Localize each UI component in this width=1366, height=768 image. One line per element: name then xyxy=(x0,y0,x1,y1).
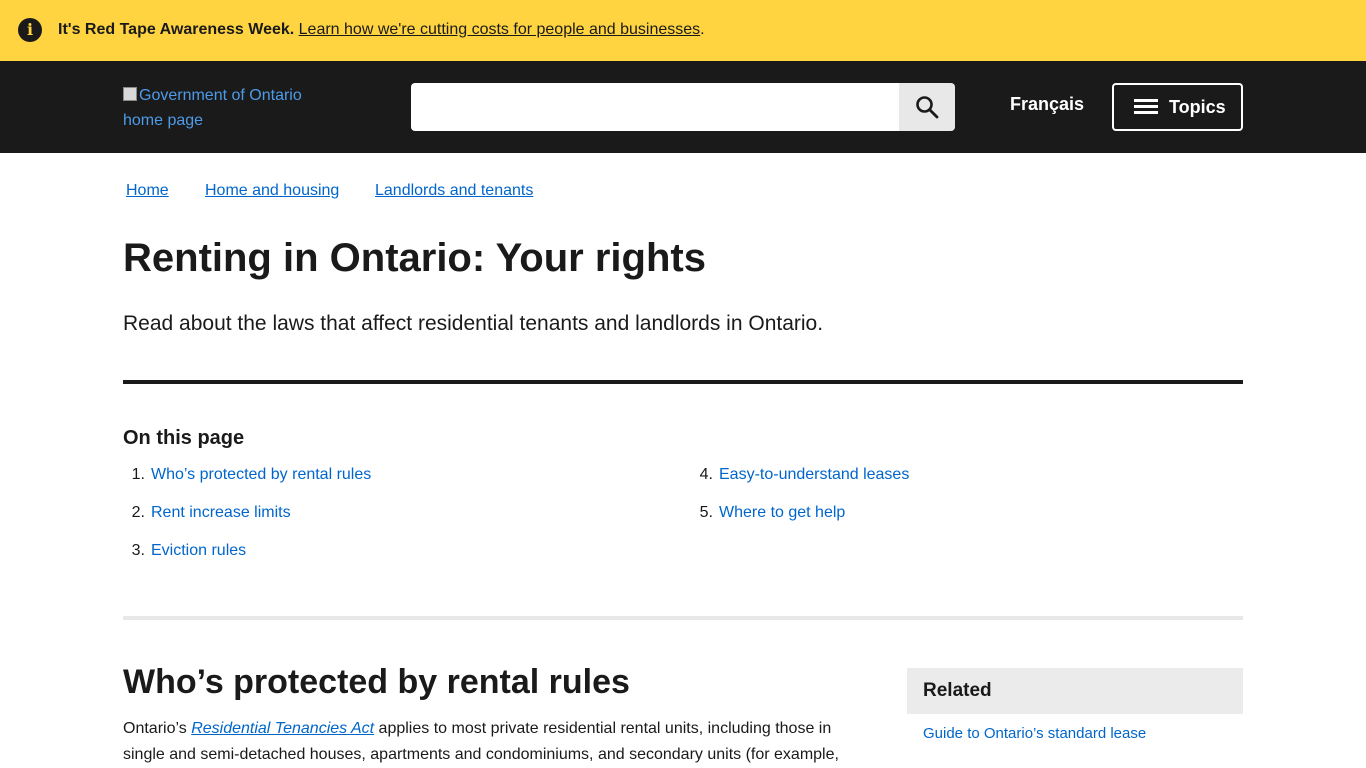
related-heading: Related xyxy=(923,680,992,701)
toc-link-eviction-rules[interactable]: Eviction rules xyxy=(151,542,246,559)
body-prefix: Ontario’s xyxy=(123,720,192,737)
page-lead: Read about the laws that affect resident… xyxy=(123,312,824,335)
toc-item: 3. Eviction rules xyxy=(123,541,247,561)
section-divider xyxy=(123,616,1243,620)
breadcrumb-landlords-and-tenants[interactable]: Landlords and tenants xyxy=(375,182,533,200)
logo-alt-text: Government of Ontario home page xyxy=(123,87,302,129)
topics-label: Topics xyxy=(1169,97,1226,117)
alert-banner: i It's Red Tape Awareness Week. Learn ho… xyxy=(0,0,1366,61)
toc-item: 4. Easy-to-understand leases xyxy=(691,465,910,485)
info-icon: i xyxy=(18,18,42,42)
ontario-logo-link[interactable]: Government of Ontario home page xyxy=(123,83,323,133)
toc-number: 5. xyxy=(699,504,713,521)
topics-menu-button[interactable]: Topics xyxy=(1112,83,1243,131)
menu-icon xyxy=(1134,99,1160,115)
toc-number: 1. xyxy=(131,466,145,483)
toc-item: 1. Who’s protected by rental rules xyxy=(123,465,372,485)
search-form xyxy=(411,83,955,131)
toc-link-rent-increase[interactable]: Rent increase limits xyxy=(151,504,291,521)
site-header: Government of Ontario home page Français… xyxy=(0,61,1366,153)
title-divider xyxy=(123,380,1243,384)
breadcrumb-home-and-housing[interactable]: Home and housing xyxy=(205,182,339,200)
alert-message: It's Red Tape Awareness Week. Learn how … xyxy=(58,19,705,41)
toc-link-whos-protected[interactable]: Who’s protected by rental rules xyxy=(151,466,371,483)
section-heading: Who’s protected by rental rules xyxy=(123,663,630,701)
breadcrumb-home[interactable]: Home xyxy=(126,182,169,200)
residential-tenancies-act-link[interactable]: Residential Tenancies Act xyxy=(191,720,374,737)
toc-number: 4. xyxy=(699,466,713,483)
broken-image-icon xyxy=(123,87,137,101)
related-link-standard-lease[interactable]: Guide to Ontario’s standard lease xyxy=(923,724,1146,744)
related-header: Related xyxy=(907,668,1243,714)
toc-number: 2. xyxy=(131,504,145,521)
search-icon xyxy=(916,96,939,119)
toc-item: 2. Rent increase limits xyxy=(123,503,291,523)
alert-trailing: . xyxy=(700,21,705,38)
section-body: Ontario’s Residential Tenancies Act appl… xyxy=(123,716,863,768)
search-button[interactable] xyxy=(899,83,955,131)
toc-item: 5. Where to get help xyxy=(691,503,846,523)
toc-link-get-help[interactable]: Where to get help xyxy=(719,504,845,521)
search-input[interactable] xyxy=(411,83,899,131)
alert-link[interactable]: Learn how we're cutting costs for people… xyxy=(299,21,701,38)
on-this-page-heading: On this page xyxy=(123,427,245,449)
alert-bold-text: It's Red Tape Awareness Week. xyxy=(58,21,295,38)
page-title: Renting in Ontario: Your rights xyxy=(123,236,706,280)
toc-number: 3. xyxy=(131,542,145,559)
toc-link-leases[interactable]: Easy-to-understand leases xyxy=(719,466,909,483)
language-toggle-link[interactable]: Français xyxy=(1000,94,1094,115)
